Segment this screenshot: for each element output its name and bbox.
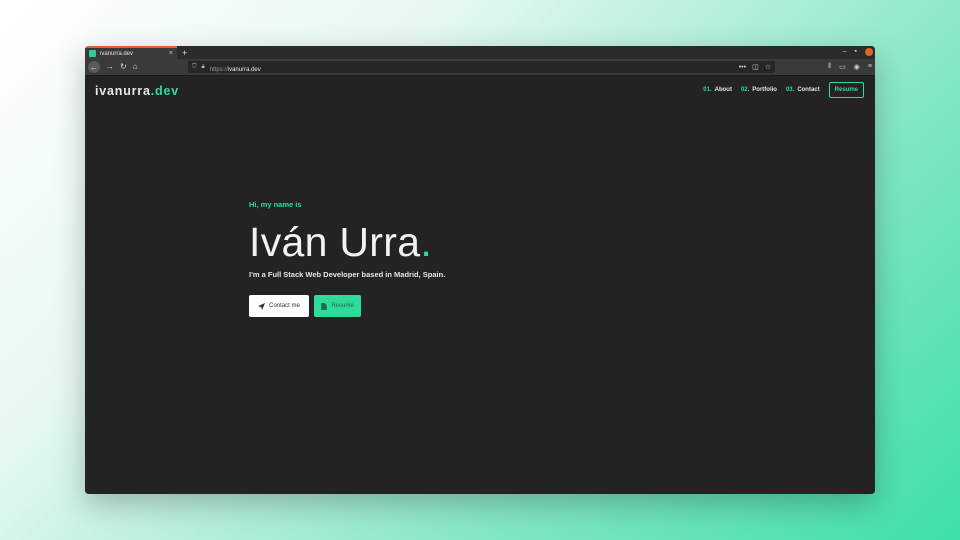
favicon-icon [89,50,96,57]
logo-main: ivanurra [95,84,151,98]
hero-buttons: Contact me Resume [249,295,445,317]
library-icon[interactable]: ⫴ [828,63,831,71]
nav-about[interactable]: 01. About [703,87,732,93]
url-bar[interactable]: ⛉ 🔒︎ https://ivanurra.dev ••• ◫ ☆ [188,61,775,73]
site-logo[interactable]: ivanurra.dev [95,84,179,98]
nav-number: 01. [703,87,712,93]
hero-greeting: Hi, my name is [249,200,302,209]
close-window-icon[interactable] [865,48,873,56]
nav-label: About [714,87,732,93]
pocket-icon[interactable]: ◫ [752,63,759,71]
maximize-icon[interactable]: ▪ [855,47,857,57]
window-controls: – ▪ [843,47,873,57]
new-tab-button[interactable]: + [182,48,187,59]
nav-label: Portfolio [752,87,777,93]
contact-me-button[interactable]: Contact me [249,295,309,317]
nav-label: Contact [797,87,820,93]
forward-icon[interactable]: → [106,63,114,71]
nav-number: 02. [740,87,750,93]
hero-tagline: I'm a Full Stack Web Developer based in … [249,270,446,279]
resume-button[interactable]: Resume [314,295,361,317]
back-icon[interactable]: ← [88,61,100,73]
minimize-icon[interactable]: – [843,47,847,57]
nav-portfolio[interactable]: 02. Portfolio [741,87,777,93]
reload-icon[interactable]: ↻ [120,63,127,71]
hero-name-text: Iván Urra [249,219,421,265]
document-icon [321,302,328,310]
sidebar-icon[interactable]: ▭ [839,63,846,71]
url-scheme: https:// [209,67,228,73]
hero-section: Hi, my name is Iván Urra. I'm a Full Sta… [249,200,445,317]
url-host: ivanurra.dev [227,67,261,73]
nav-resume-button[interactable]: Resume [828,82,864,98]
shield-icon[interactable]: ⛉ [192,64,197,71]
home-icon[interactable]: ⌂ [133,63,138,71]
extension-icon[interactable]: ◉ [854,63,860,71]
hero-name-dot: . [420,219,433,265]
nav-number: 03. [785,87,795,93]
tab-strip: ivanurra.dev × + – ▪ [85,46,875,59]
logo-accent: .dev [150,84,179,98]
url-text[interactable]: https://ivanurra.dev [210,58,261,76]
url-actions: ••• ◫ ☆ [739,63,771,72]
web-page: ivanurra.dev 01. About 02. Portfolio 03. Co… [85,76,875,494]
tab-title: ivanurra.dev [100,50,134,57]
tab-close-icon[interactable]: × [169,50,173,57]
browser-window: ivanurra.dev × + – ▪ ← → ↻ ⌂ ⛉ 🔒︎ https:… [85,46,875,494]
lock-icon: 🔒︎ [201,63,205,70]
browser-tab[interactable]: ivanurra.dev × [85,46,177,59]
more-actions-icon[interactable]: ••• [739,64,746,71]
contact-me-label: Contact me [269,303,300,309]
toolbar-right: ⫴ ▭ ◉ ≡ [828,63,872,71]
resume-label: Resume [331,303,354,309]
hero-name: Iván Urra. [249,222,445,263]
site-nav: 01. About 02. Portfolio 03. Contact Resume [703,82,864,98]
menu-icon[interactable]: ≡ [868,63,872,71]
nav-contact[interactable]: 03. Contact [786,87,820,93]
paper-plane-icon [258,302,266,310]
bookmark-star-icon[interactable]: ☆ [765,63,771,71]
